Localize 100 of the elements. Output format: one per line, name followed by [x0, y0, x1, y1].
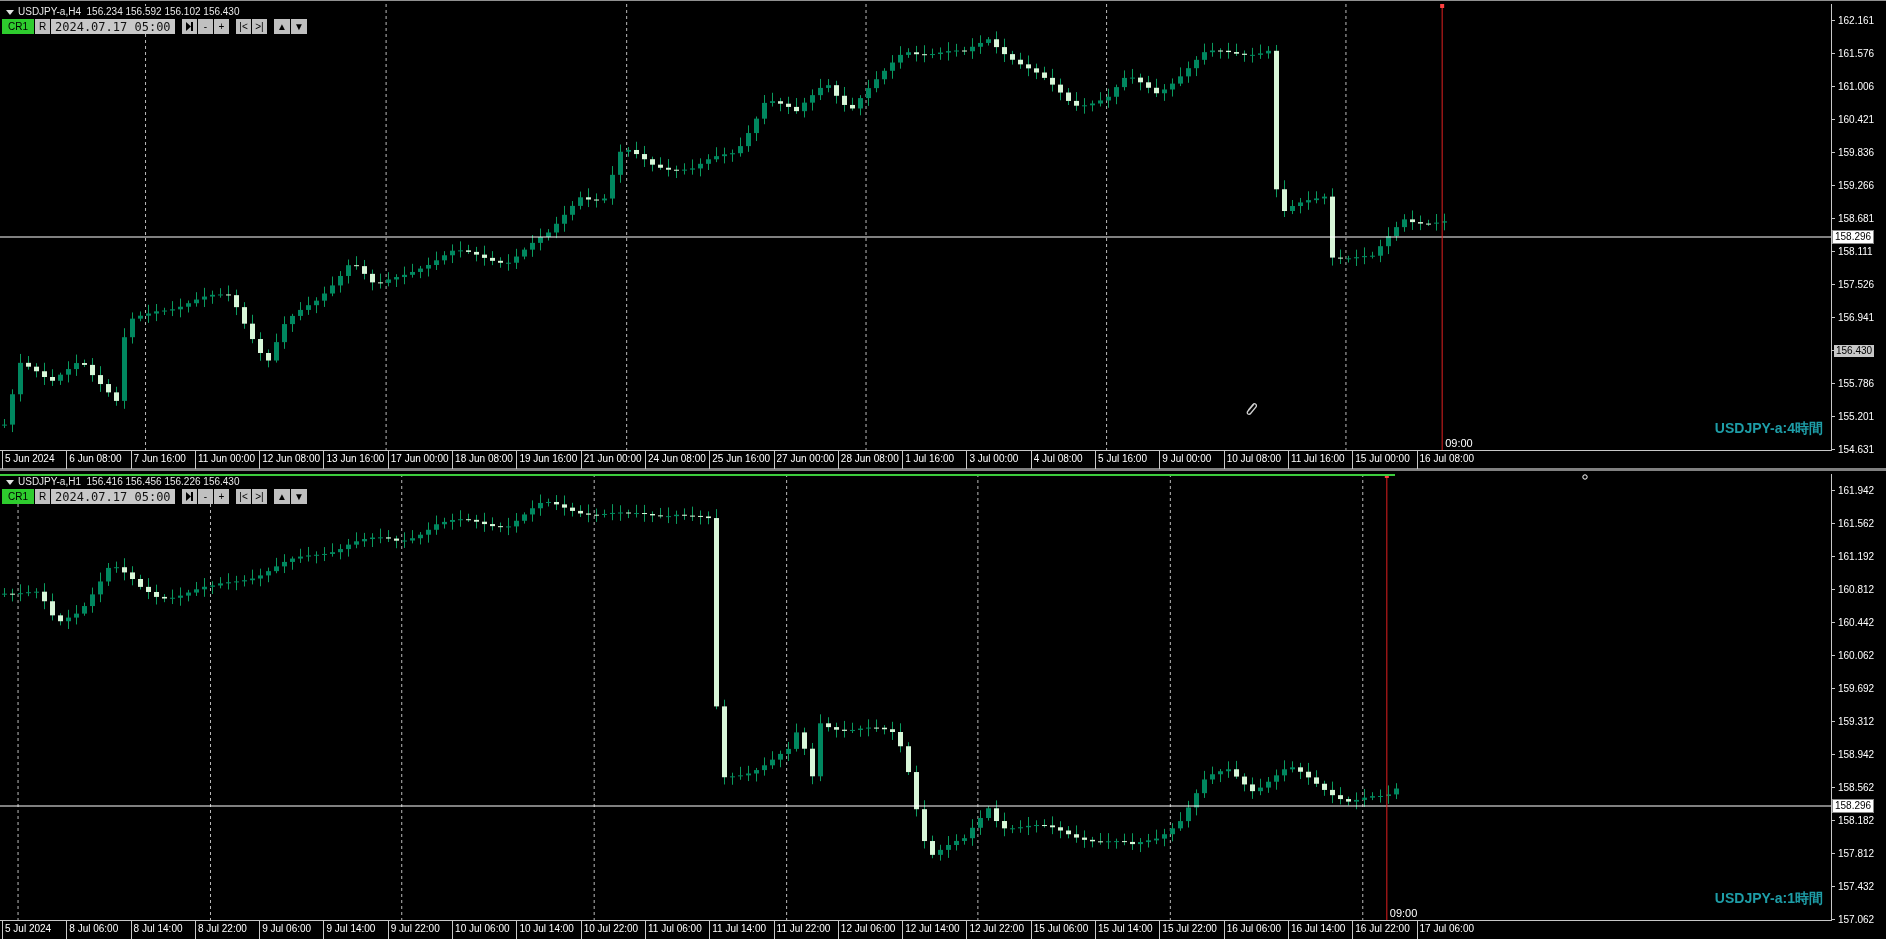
price-badge: 158.296 [1832, 230, 1875, 244]
time-axis-label: 11 Jul 14:00 [709, 921, 774, 939]
chart-title: USDJPY-a,H4 156.234 156.592 156.102 156.430 [18, 6, 240, 18]
toolbar-button[interactable]: R [35, 19, 50, 34]
price-label: 160.062 [1838, 649, 1875, 662]
time-axis-label: 27 Jun 00:00 [773, 451, 838, 469]
time-axis-label: 11 Jul 22:00 [773, 921, 838, 939]
date-field[interactable]: 2024.07.17 05:00 [51, 19, 175, 34]
time-axis-label: 8 Jul 06:00 [66, 921, 131, 939]
time-axis-label: 11 Jul 16:00 [1287, 451, 1353, 469]
chart-caption: USDJPY-a:1時間 [1714, 890, 1823, 908]
price-label: 161.562 [1838, 517, 1875, 530]
chart-caption: USDJPY-a:4時間 [1714, 420, 1823, 438]
time-axis-label: 3 Jul 00:00 [966, 451, 1031, 469]
time-axis-label: 10 Jul 14:00 [516, 921, 581, 939]
time-axis-label: 12 Jul 22:00 [966, 921, 1031, 939]
time-axis-label: 28 Jun 08:00 [837, 451, 903, 469]
time-axis-label: 7 Jun 16:00 [130, 451, 195, 469]
cr-button[interactable]: CR1 [2, 489, 34, 504]
time-axis-label: 15 Jul 22:00 [1159, 921, 1224, 939]
toolbar-button[interactable]: |< [236, 19, 251, 34]
price-label: 157.812 [1838, 847, 1875, 860]
toolbar-button[interactable]: - [198, 19, 213, 34]
time-axis-label: 12 Jun 08:00 [259, 451, 324, 469]
cr-button[interactable]: CR1 [2, 19, 34, 34]
time-axis-label: 9 Jul 14:00 [323, 921, 388, 939]
time-axis-label: 5 Jun 2024 [2, 451, 67, 469]
price-label: 160.442 [1838, 616, 1875, 629]
price-label: 157.432 [1838, 880, 1875, 893]
time-axis-label: 11 Jul 06:00 [644, 921, 710, 939]
time-axis-label: 17 Jun 00:00 [387, 451, 453, 469]
price-badge: 156.430 [1834, 344, 1875, 357]
price-label: 159.692 [1838, 682, 1875, 695]
time-label: 09:00 [1444, 437, 1474, 450]
price-label: 162.161 [1838, 14, 1875, 27]
time-axis-label: 24 Jun 08:00 [644, 451, 710, 469]
price-label: 161.192 [1838, 550, 1875, 563]
toolbar-button[interactable]: + [214, 489, 229, 504]
toolbar-button[interactable]: + [214, 19, 229, 34]
toolbar-button[interactable]: R [35, 489, 50, 504]
price-label: 157.062 [1838, 913, 1875, 926]
time-label: 09:00 [1388, 907, 1419, 920]
price-label: 159.312 [1838, 715, 1875, 728]
price-label: 159.266 [1838, 179, 1875, 192]
time-axis-label: 12 Jul 14:00 [902, 921, 967, 939]
time-axis-label: 8 Jul 22:00 [194, 921, 260, 939]
chart-title: USDJPY-a,H1 156.416 156.456 156.226 156.430 [18, 476, 240, 488]
toolbar-button[interactable]: - [198, 489, 213, 504]
time-axis-label: 6 Jun 08:00 [66, 451, 131, 469]
time-axis-label: 5 Jul 16:00 [1095, 451, 1160, 469]
time-axis-label: 12 Jul 06:00 [837, 921, 903, 939]
price-label: 158.111 [1838, 245, 1873, 258]
price-label: 154.631 [1838, 443, 1875, 456]
time-axis-label: 1 Jul 16:00 [902, 451, 967, 469]
time-axis-label: 16 Jul 22:00 [1352, 921, 1417, 939]
time-axis-label: 11 Jun 00:00 [194, 451, 260, 469]
time-axis-label: 10 Jul 08:00 [1223, 451, 1288, 469]
time-axis-label: 21 Jun 00:00 [580, 451, 645, 469]
time-axis-label: 4 Jul 08:00 [1030, 451, 1096, 469]
time-axis-label: 16 Jul 14:00 [1287, 921, 1353, 939]
price-label: 158.182 [1838, 814, 1875, 827]
toolbar-button[interactable]: ▲ [274, 19, 290, 34]
time-axis-label: 10 Jul 22:00 [580, 921, 645, 939]
price-label: 156.941 [1838, 311, 1875, 324]
time-axis-label: 16 Jul 06:00 [1223, 921, 1288, 939]
price-label: 160.812 [1838, 583, 1875, 596]
toolbar-button[interactable]: >| [252, 489, 267, 504]
price-label: 160.421 [1838, 113, 1875, 126]
price-label: 161.942 [1838, 484, 1875, 497]
time-axis-label: 25 Jun 16:00 [709, 451, 774, 469]
price-label: 158.942 [1838, 748, 1875, 761]
time-axis-label: 15 Jul 00:00 [1352, 451, 1417, 469]
price-label: 161.006 [1838, 80, 1875, 93]
price-label: 159.836 [1838, 146, 1875, 159]
time-axis-label: 9 Jul 22:00 [387, 921, 453, 939]
time-axis-label: 19 Jun 16:00 [516, 451, 581, 469]
toolbar-button[interactable]: ▼ [290, 19, 307, 34]
price-label: 158.681 [1838, 212, 1875, 225]
price-label: 155.786 [1838, 377, 1875, 390]
price-label: 157.526 [1838, 278, 1875, 291]
time-axis-label: 15 Jul 06:00 [1030, 921, 1096, 939]
time-axis-label: 8 Jul 14:00 [130, 921, 195, 939]
time-axis-label: 15 Jul 14:00 [1095, 921, 1160, 939]
time-axis-label: 16 Jul 08:00 [1416, 451, 1481, 469]
price-label: 158.562 [1838, 781, 1875, 794]
price-badge: 158.296 [1832, 799, 1875, 813]
time-axis-label: 5 Jul 2024 [2, 921, 67, 939]
date-field[interactable]: 2024.07.17 05:00 [51, 489, 175, 504]
time-axis-label: 18 Jun 08:00 [452, 451, 517, 469]
time-axis-label: 10 Jul 06:00 [452, 921, 517, 939]
time-axis-label: 17 Jul 06:00 [1416, 921, 1481, 939]
price-label: 161.576 [1838, 47, 1875, 60]
time-axis-label: 13 Jun 16:00 [323, 451, 388, 469]
time-axis-label: 9 Jul 00:00 [1159, 451, 1224, 469]
time-axis-label: 9 Jul 06:00 [259, 921, 324, 939]
toolbar-button[interactable]: ▼ [290, 489, 307, 504]
toolbar-button[interactable]: >| [252, 19, 267, 34]
price-label: 155.201 [1838, 410, 1875, 423]
toolbar-button[interactable]: ▲ [274, 489, 290, 504]
toolbar-button[interactable]: |< [236, 489, 251, 504]
